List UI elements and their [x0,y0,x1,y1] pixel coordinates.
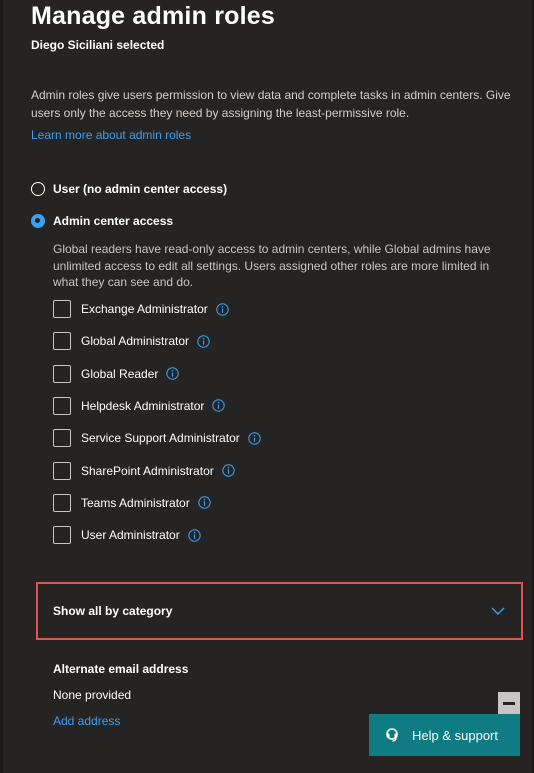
manage-admin-roles-panel: Manage admin roles Diego Siciliani selec… [0,0,534,773]
info-icon[interactable] [222,464,235,477]
info-icon[interactable] [216,302,229,316]
role-checkbox-row[interactable]: Teams Administrator [53,493,211,512]
role-checkbox[interactable] [53,332,71,351]
role-label: Global Reader [81,366,159,381]
role-checkbox-row[interactable]: Service Support Administrator [53,429,261,448]
role-checkbox-row[interactable]: Helpdesk Administrator [53,396,226,415]
learn-more-link[interactable]: Learn more about admin roles [31,128,191,142]
minimize-icon[interactable] [498,692,520,714]
admin-roles-description: Admin roles give users permission to vie… [31,88,511,120]
role-checkbox-row[interactable]: SharePoint Administrator [53,461,235,480]
info-icon[interactable] [248,431,261,445]
role-checkbox[interactable] [53,429,71,448]
radio-unchecked-icon[interactable] [31,182,45,196]
help-support-button[interactable]: Help & support [369,714,520,756]
alternate-email-heading: Alternate email address [53,662,189,676]
radio-admin-center-access[interactable]: Admin center access [31,214,173,228]
role-checkbox-row[interactable]: User Administrator [53,526,201,545]
help-headset-icon [386,728,398,742]
radio-user-no-access[interactable]: User (no admin center access) [31,182,227,196]
role-label: Teams Administrator [81,495,190,510]
panel-left-edge [0,0,3,773]
role-label: Exchange Administrator [81,302,208,316]
info-icon[interactable] [188,528,201,542]
show-all-by-category-toggle[interactable]: Show all by category [36,582,523,640]
info-icon[interactable] [212,399,226,413]
role-checkbox-row[interactable]: Exchange Administrator [53,300,229,318]
role-checkbox-row[interactable]: Global Reader [53,364,180,383]
radio-label: Admin center access [53,214,174,228]
role-checkbox[interactable] [53,364,71,383]
category-toggle-label: Show all by category [53,604,173,618]
role-label: Helpdesk Administrator [81,398,205,413]
info-icon[interactable] [198,496,211,509]
role-checkbox-row[interactable]: Global Administrator [53,332,210,351]
radio-checked-icon[interactable] [31,214,45,228]
role-label: Global Administrator [81,334,190,349]
help-support-label: Help & support [412,727,498,743]
info-icon[interactable] [197,335,210,348]
role-checkbox[interactable] [53,300,71,318]
role-label: SharePoint Administrator [81,463,214,478]
role-checkbox[interactable] [53,396,71,415]
role-checkbox[interactable] [53,493,71,512]
selected-user-subtitle: Diego Siciliani selected [31,38,165,52]
add-address-link[interactable]: Add address [53,714,120,728]
roles-description: Global readers have read-only access to … [53,242,491,289]
page-title: Manage admin roles [31,2,275,30]
info-icon[interactable] [166,367,180,380]
chevron-down-icon [491,607,505,615]
alternate-email-value: None provided [53,688,132,702]
role-label: User Administrator [81,528,180,543]
radio-label: User (no admin center access) [53,182,228,196]
role-label: Service Support Administrator [81,431,240,446]
role-checkbox[interactable] [53,526,71,545]
role-checkbox[interactable] [53,461,71,480]
